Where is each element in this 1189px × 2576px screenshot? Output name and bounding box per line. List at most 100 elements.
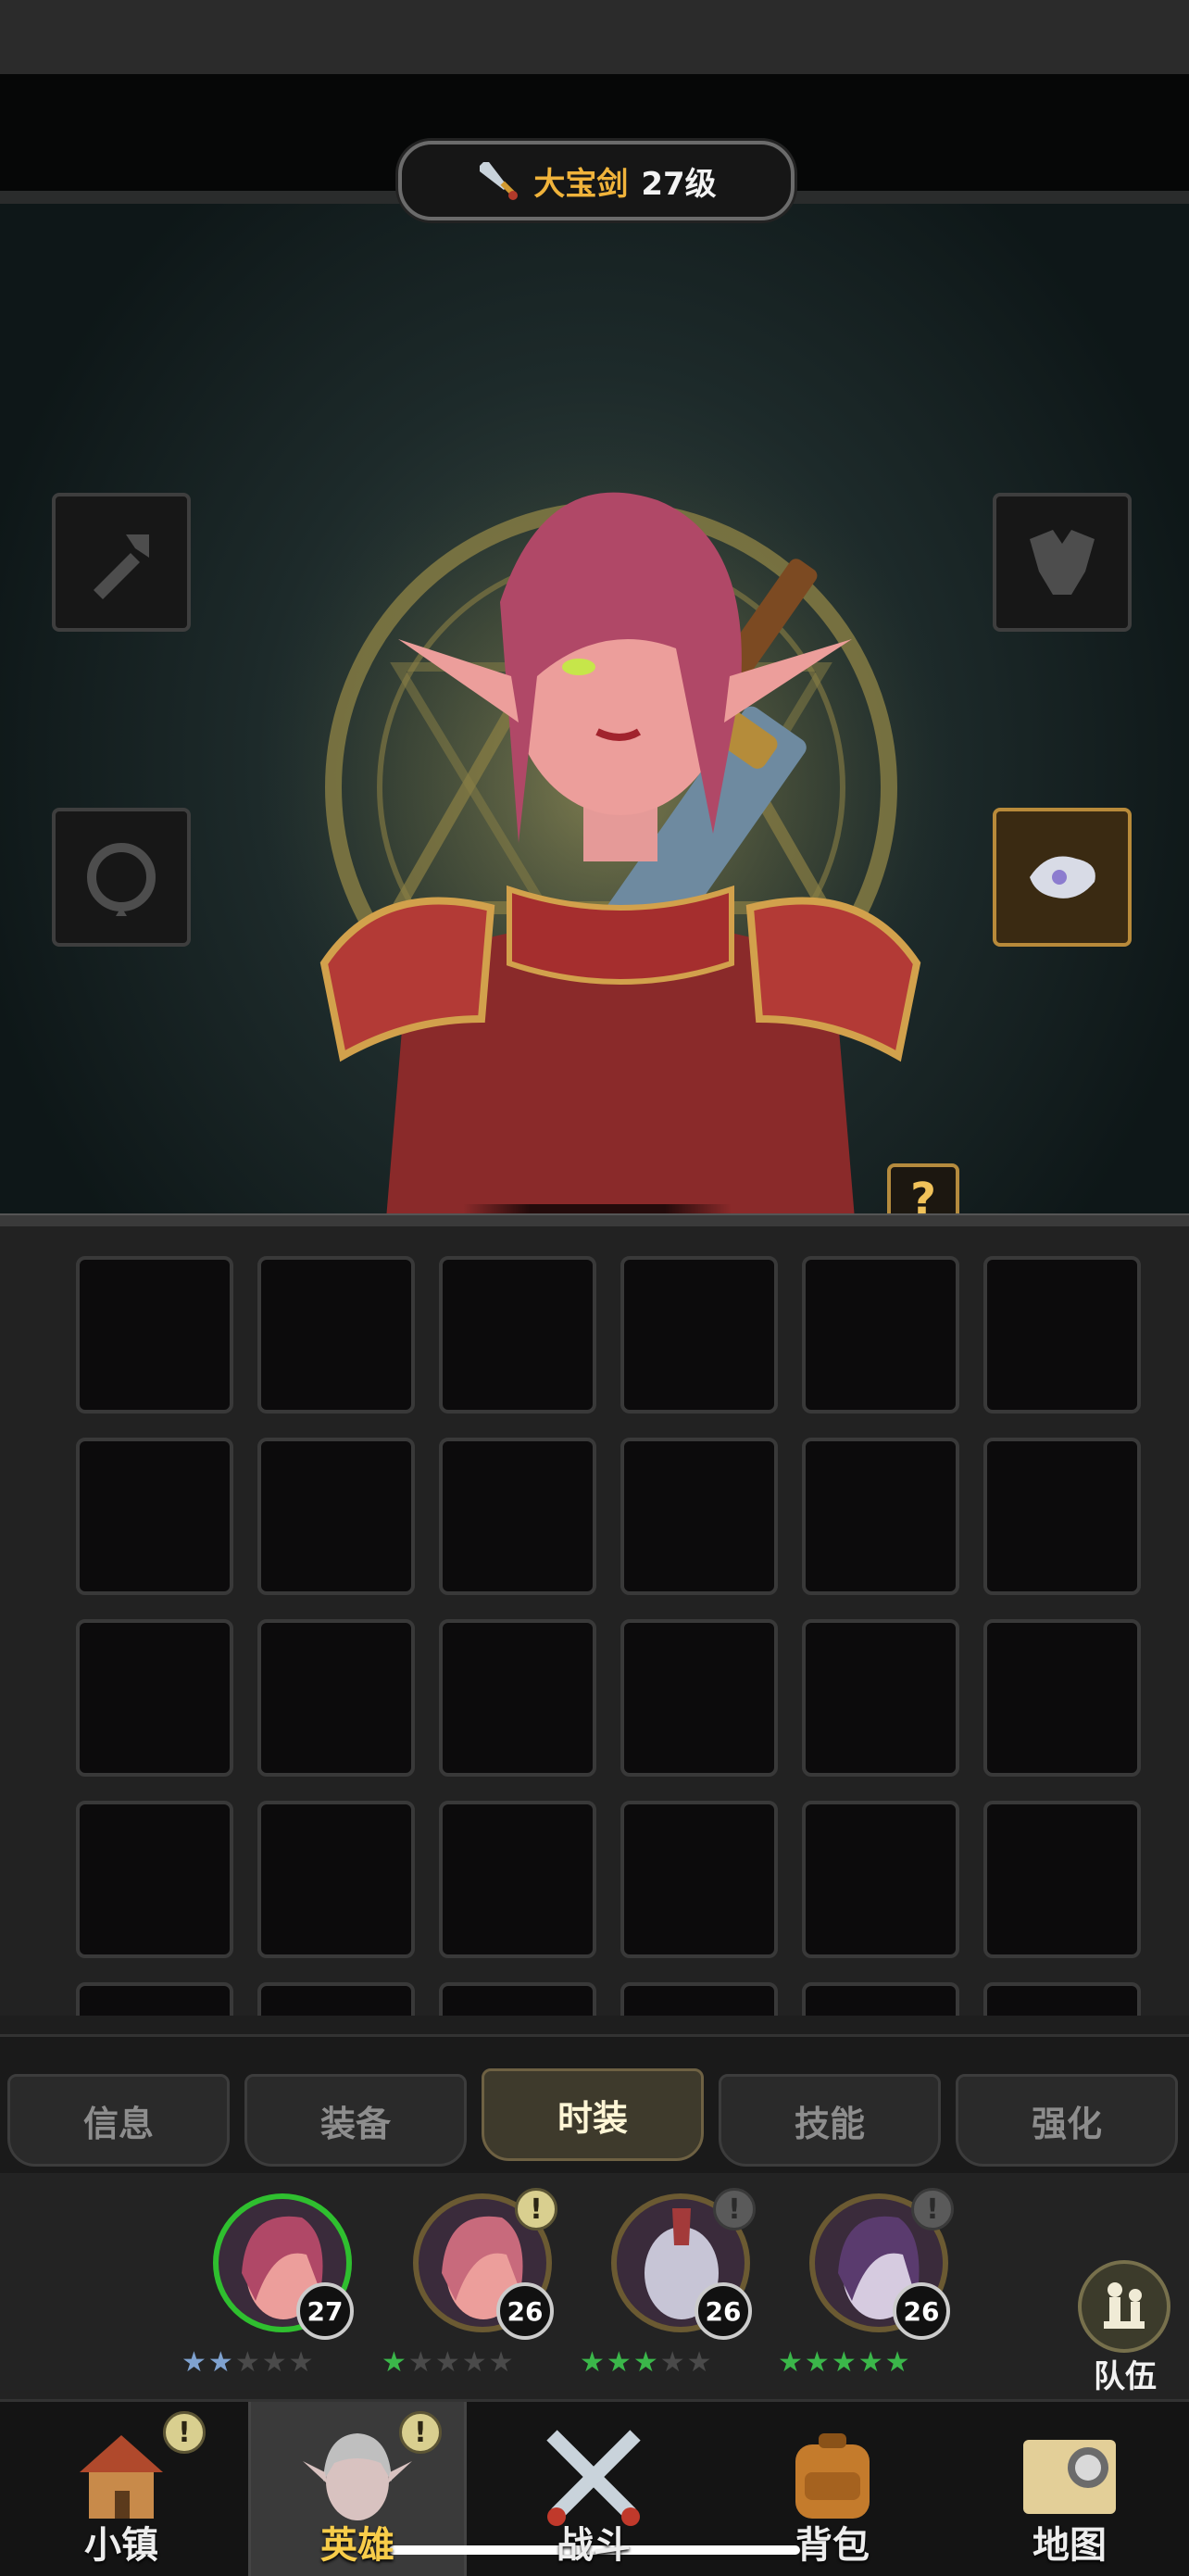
star-icon: ★ — [181, 2346, 207, 2379]
hero-stars: ★ ★ ★ ★ ★ — [181, 2349, 314, 2377]
star-icon: ★ — [288, 2346, 314, 2379]
star-icon: ★ — [488, 2346, 514, 2379]
nav-label: 小镇 — [84, 2524, 158, 2567]
status-bar — [0, 0, 1189, 74]
costume-cell[interactable] — [257, 1982, 415, 2016]
hero-stars: ★ ★ ★ ★ ★ — [580, 2349, 712, 2377]
accessory-icon — [1030, 856, 1095, 898]
star-icon: ★ — [659, 2346, 685, 2379]
tab-enhance[interactable]: 强化 — [956, 2074, 1178, 2167]
hero-card[interactable]: 26 ! ★ ★ ★ ★ ★ — [574, 2188, 756, 2388]
alert-badge: ! — [163, 2411, 206, 2454]
costume-cell[interactable] — [439, 1256, 596, 1414]
hero-stars: ★ ★ ★ ★ ★ — [382, 2349, 514, 2377]
chess-pieces-icon — [1104, 2282, 1145, 2329]
tab-info[interactable]: 信息 — [7, 2074, 230, 2167]
hero-stars: ★ ★ ★ ★ ★ — [778, 2349, 910, 2377]
item-name: 大宝剑 — [533, 165, 629, 203]
costume-cell[interactable] — [76, 1801, 233, 1958]
tab-skills[interactable]: 技能 — [719, 2074, 941, 2167]
costume-grid — [0, 1226, 1189, 2016]
costume-cell[interactable] — [76, 1619, 233, 1777]
costume-cell[interactable] — [620, 1619, 778, 1777]
hero-display: 大宝剑 27级 ? 7 — [0, 74, 1189, 1218]
bottom-navigation: ! 小镇 ! 英雄 战斗 背包 地图 — [0, 2399, 1189, 2576]
star-icon: ★ — [261, 2346, 287, 2379]
costume-cell[interactable] — [257, 1619, 415, 1777]
nav-label: 英雄 — [320, 2524, 394, 2567]
nav-map[interactable]: 地图 — [963, 2402, 1176, 2576]
costume-cell[interactable] — [257, 1801, 415, 1958]
hero-level: 26 — [893, 2282, 950, 2340]
hero-card[interactable]: 27 ★ ★ ★ ★ ★ — [176, 2193, 354, 2388]
costume-cell[interactable] — [439, 1982, 596, 2016]
equipped-item-title: 大宝剑 27级 — [398, 141, 795, 220]
nav-label: 战斗 — [557, 2524, 631, 2567]
star-icon: ★ — [407, 2346, 433, 2379]
nav-label: 地图 — [1033, 2524, 1107, 2567]
costume-cell[interactable] — [620, 1982, 778, 2016]
costume-cell[interactable] — [983, 1801, 1141, 1958]
star-icon: ★ — [207, 2346, 233, 2379]
costume-cell[interactable] — [983, 1982, 1141, 2016]
costume-cell[interactable] — [620, 1801, 778, 1958]
costume-cell[interactable] — [257, 1256, 415, 1414]
costume-cell[interactable] — [983, 1619, 1141, 1777]
hero-character-art — [319, 492, 921, 1218]
costume-cell[interactable] — [439, 1801, 596, 1958]
star-icon: ★ — [686, 2346, 712, 2379]
ring-slot[interactable] — [52, 808, 191, 947]
star-icon: ★ — [884, 2346, 910, 2379]
hero-level: 26 — [496, 2282, 554, 2340]
ring-icon — [87, 843, 156, 916]
costume-cell[interactable] — [802, 1801, 959, 1958]
star-icon: ★ — [580, 2346, 605, 2379]
costume-cell[interactable] — [76, 1256, 233, 1414]
hero-tabs: 信息 装备 时装 技能 强化 — [0, 2034, 1189, 2176]
costume-cell[interactable] — [802, 1619, 959, 1777]
star-icon: ★ — [632, 2346, 658, 2379]
hero-roster: 27 ★ ★ ★ ★ ★ 26 ! ★ ★ ★ ★ ★ 26 ! ★ ★ ★ ★… — [0, 2173, 1189, 2399]
costume-cell[interactable] — [983, 1256, 1141, 1414]
star-icon: ★ — [831, 2346, 857, 2379]
costume-cell[interactable] — [439, 1438, 596, 1595]
armor-slot[interactable] — [993, 493, 1132, 632]
weapon-slot[interactable] — [52, 493, 191, 632]
hero-level: 27 — [296, 2282, 354, 2340]
alert-badge: ! — [713, 2188, 756, 2230]
nav-label: 背包 — [795, 2524, 870, 2567]
alert-badge: ! — [911, 2188, 954, 2230]
weapon-icon — [94, 534, 149, 599]
hero-card[interactable]: 26 ! ★ ★ ★ ★ ★ — [376, 2188, 557, 2388]
hero-level: 26 — [695, 2282, 752, 2340]
help-button[interactable]: ? — [887, 1163, 959, 1218]
team-label: 队伍 — [1094, 2358, 1157, 2395]
accessory-slot[interactable] — [993, 808, 1132, 947]
costume-cell[interactable] — [802, 1256, 959, 1414]
tab-equipment[interactable]: 装备 — [244, 2074, 467, 2167]
costume-cell[interactable] — [439, 1619, 596, 1777]
star-icon: ★ — [804, 2346, 830, 2379]
costume-cell[interactable] — [802, 1438, 959, 1595]
costume-cell[interactable] — [983, 1438, 1141, 1595]
star-icon: ★ — [778, 2346, 803, 2379]
costume-cell[interactable] — [802, 1982, 959, 2016]
nav-town[interactable]: ! 小镇 — [15, 2402, 228, 2576]
alert-badge: ! — [399, 2411, 442, 2454]
costume-cell[interactable] — [620, 1256, 778, 1414]
costume-cell[interactable] — [620, 1438, 778, 1595]
item-level: 27级 — [641, 165, 717, 203]
star-icon: ★ — [857, 2346, 883, 2379]
sword-icon — [480, 162, 519, 200]
star-icon: ★ — [461, 2346, 487, 2379]
team-button[interactable]: 队伍 — [1074, 2260, 1176, 2395]
costume-cell[interactable] — [76, 1982, 233, 2016]
star-icon: ★ — [234, 2346, 260, 2379]
alert-badge: ! — [515, 2188, 557, 2230]
hero-card[interactable]: 26 ! ★ ★ ★ ★ ★ — [772, 2188, 954, 2388]
costume-cell[interactable] — [257, 1438, 415, 1595]
star-icon: ★ — [434, 2346, 460, 2379]
costume-cell[interactable] — [76, 1438, 233, 1595]
armor-icon — [1030, 530, 1095, 595]
tab-costume[interactable]: 时装 — [482, 2068, 704, 2161]
